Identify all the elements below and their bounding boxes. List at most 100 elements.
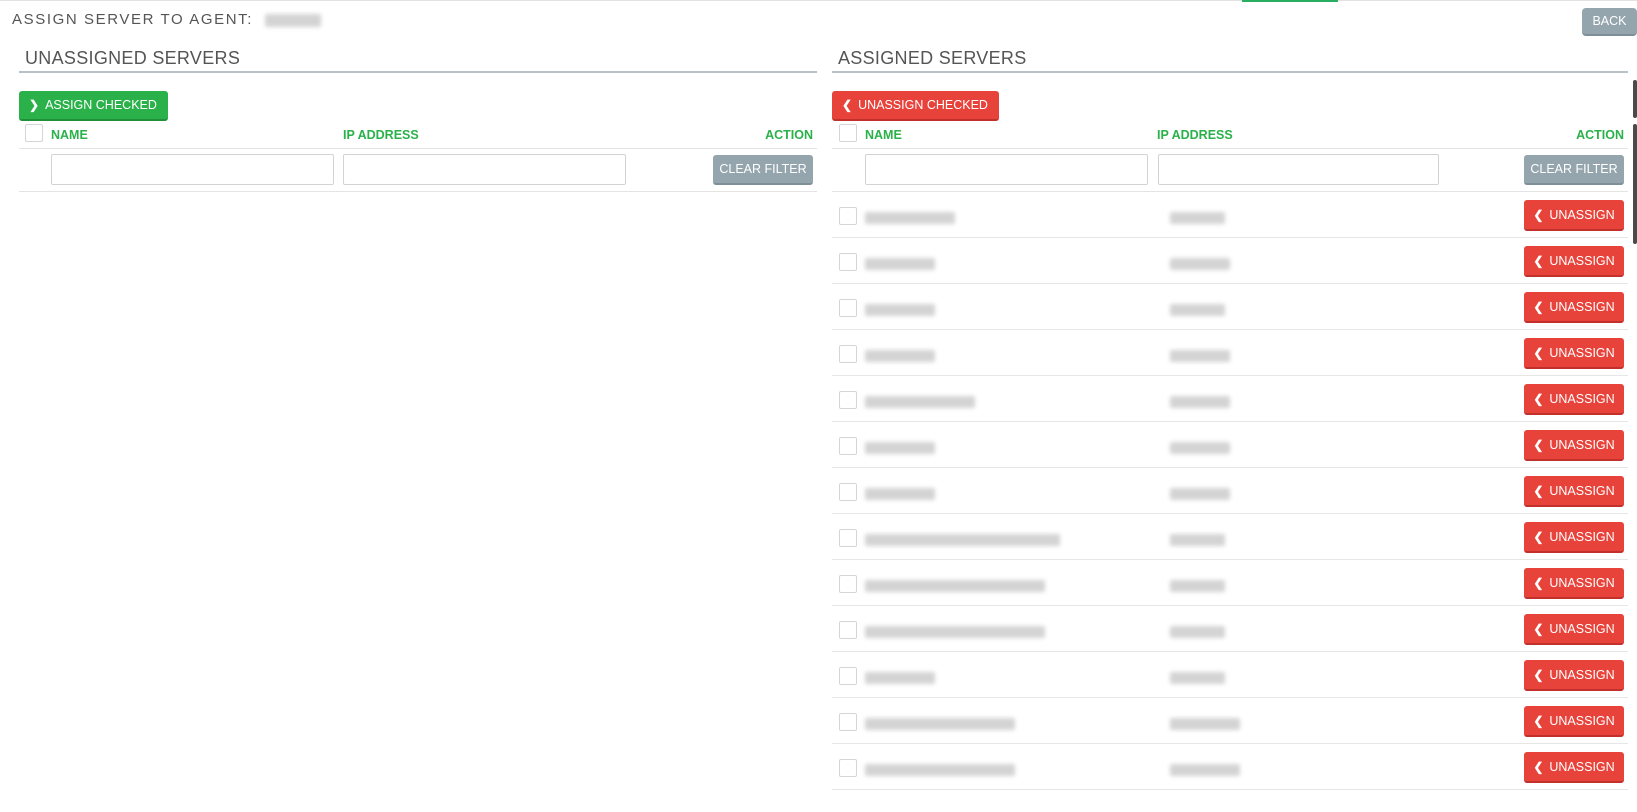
scrollbar-thumb[interactable] xyxy=(1633,124,1637,244)
server-ip-redacted xyxy=(1170,763,1240,776)
row-checkbox[interactable] xyxy=(839,759,857,777)
clear-filter-button[interactable]: CLEAR FILTER xyxy=(1524,155,1624,185)
row-checkbox[interactable] xyxy=(839,529,857,547)
assigned-servers-panel: ASSIGNED SERVERS ❮ UNASSIGN CHECKED NAME… xyxy=(832,45,1628,790)
unassign-button[interactable]: ❮ UNASSIGN xyxy=(1524,384,1624,415)
column-header-action: ACTION xyxy=(765,128,813,142)
top-border xyxy=(0,0,1637,1)
name-filter-input[interactable] xyxy=(865,154,1148,185)
server-ip xyxy=(1170,393,1230,411)
server-name xyxy=(865,577,1045,595)
column-header-ip: IP ADDRESS xyxy=(1157,128,1233,142)
unassign-label: UNASSIGN xyxy=(1549,207,1615,222)
row-checkbox[interactable] xyxy=(839,713,857,731)
unassign-button[interactable]: ❮ UNASSIGN xyxy=(1524,706,1624,737)
server-name-redacted xyxy=(865,395,975,408)
chevron-left-icon: ❮ xyxy=(1533,667,1544,682)
ip-filter-input[interactable] xyxy=(1158,154,1439,185)
table-row: ❮ UNASSIGN xyxy=(832,192,1628,238)
unassign-button[interactable]: ❮ UNASSIGN xyxy=(1524,568,1624,599)
server-ip-redacted xyxy=(1170,441,1230,454)
table-header: NAME IP ADDRESS ACTION xyxy=(832,123,1628,147)
unassign-button[interactable]: ❮ UNASSIGN xyxy=(1524,338,1624,369)
select-all-checkbox[interactable] xyxy=(25,124,43,142)
server-ip-redacted xyxy=(1170,671,1225,684)
table-row: ❮ UNASSIGN xyxy=(832,560,1628,606)
filter-row: CLEAR FILTER xyxy=(832,148,1628,192)
unassign-button[interactable]: ❮ UNASSIGN xyxy=(1524,246,1624,277)
column-header-name: NAME xyxy=(51,128,88,142)
server-ip xyxy=(1170,715,1240,733)
chevron-left-icon: ❮ xyxy=(1533,713,1544,728)
table-row: ❮ UNASSIGN xyxy=(832,468,1628,514)
server-name xyxy=(865,485,935,503)
server-name xyxy=(865,301,935,319)
row-checkbox[interactable] xyxy=(839,253,857,271)
unassign-button[interactable]: ❮ UNASSIGN xyxy=(1524,614,1624,645)
server-name-redacted xyxy=(865,671,935,684)
unassign-label: UNASSIGN xyxy=(1549,437,1615,452)
unassigned-servers-panel: UNASSIGNED SERVERS ❯ ASSIGN CHECKED NAME… xyxy=(19,45,817,192)
row-checkbox[interactable] xyxy=(839,207,857,225)
server-ip xyxy=(1170,577,1225,595)
server-name-redacted xyxy=(865,487,935,500)
server-ip-redacted xyxy=(1170,579,1225,592)
server-ip xyxy=(1170,623,1225,641)
server-name xyxy=(865,669,935,687)
unassign-button[interactable]: ❮ UNASSIGN xyxy=(1524,292,1624,323)
server-name xyxy=(865,347,935,365)
filter-row: CLEAR FILTER xyxy=(19,148,817,192)
unassign-label: UNASSIGN xyxy=(1549,253,1615,268)
chevron-left-icon: ❮ xyxy=(1533,345,1544,360)
chevron-left-icon: ❮ xyxy=(1533,621,1544,636)
chevron-right-icon: ❯ xyxy=(29,98,40,112)
unassign-button[interactable]: ❮ UNASSIGN xyxy=(1524,430,1624,461)
server-name xyxy=(865,623,1045,641)
server-ip-redacted xyxy=(1170,211,1225,224)
chevron-left-icon: ❮ xyxy=(1533,575,1544,590)
server-name-redacted xyxy=(865,303,935,316)
row-checkbox[interactable] xyxy=(839,621,857,639)
table-row: ❮ UNASSIGN xyxy=(832,422,1628,468)
server-ip xyxy=(1170,209,1225,227)
server-ip xyxy=(1170,761,1240,779)
unassign-label: UNASSIGN xyxy=(1549,345,1615,360)
row-checkbox[interactable] xyxy=(839,437,857,455)
row-checkbox[interactable] xyxy=(839,483,857,501)
unassign-checked-label: UNASSIGN CHECKED xyxy=(858,98,988,112)
server-ip-redacted xyxy=(1170,625,1225,638)
server-name xyxy=(865,393,975,411)
server-name-redacted xyxy=(865,579,1045,592)
server-name xyxy=(865,255,935,273)
table-row: ❮ UNASSIGN xyxy=(832,376,1628,422)
server-name-redacted xyxy=(865,625,1045,638)
server-ip xyxy=(1170,531,1225,549)
unassign-button[interactable]: ❮ UNASSIGN xyxy=(1524,522,1624,553)
unassign-label: UNASSIGN xyxy=(1549,529,1615,544)
row-checkbox[interactable] xyxy=(839,299,857,317)
row-checkbox[interactable] xyxy=(839,391,857,409)
chevron-left-icon: ❮ xyxy=(1533,483,1544,498)
ip-filter-input[interactable] xyxy=(343,154,626,185)
server-ip xyxy=(1170,347,1230,365)
server-ip-redacted xyxy=(1170,533,1225,546)
row-checkbox[interactable] xyxy=(839,667,857,685)
server-ip xyxy=(1170,439,1230,457)
unassign-label: UNASSIGN xyxy=(1549,667,1615,682)
row-checkbox[interactable] xyxy=(839,345,857,363)
unassign-label: UNASSIGN xyxy=(1549,621,1615,636)
clear-filter-button[interactable]: CLEAR FILTER xyxy=(713,155,813,185)
unassign-button[interactable]: ❮ UNASSIGN xyxy=(1524,200,1624,231)
unassign-button[interactable]: ❮ UNASSIGN xyxy=(1524,752,1624,783)
back-button[interactable]: BACK xyxy=(1582,8,1637,36)
unassign-button[interactable]: ❮ UNASSIGN xyxy=(1524,660,1624,691)
unassign-button[interactable]: ❮ UNASSIGN xyxy=(1524,476,1624,507)
row-checkbox[interactable] xyxy=(839,575,857,593)
assign-checked-button[interactable]: ❯ ASSIGN CHECKED xyxy=(19,91,168,121)
unassign-checked-button[interactable]: ❮ UNASSIGN CHECKED xyxy=(832,91,999,121)
select-all-checkbox[interactable] xyxy=(839,124,857,142)
name-filter-input[interactable] xyxy=(51,154,334,185)
page-title-text: ASSIGN SERVER TO AGENT: xyxy=(12,11,254,28)
scrollbar-thumb[interactable] xyxy=(1633,80,1637,118)
column-header-name: NAME xyxy=(865,128,902,142)
